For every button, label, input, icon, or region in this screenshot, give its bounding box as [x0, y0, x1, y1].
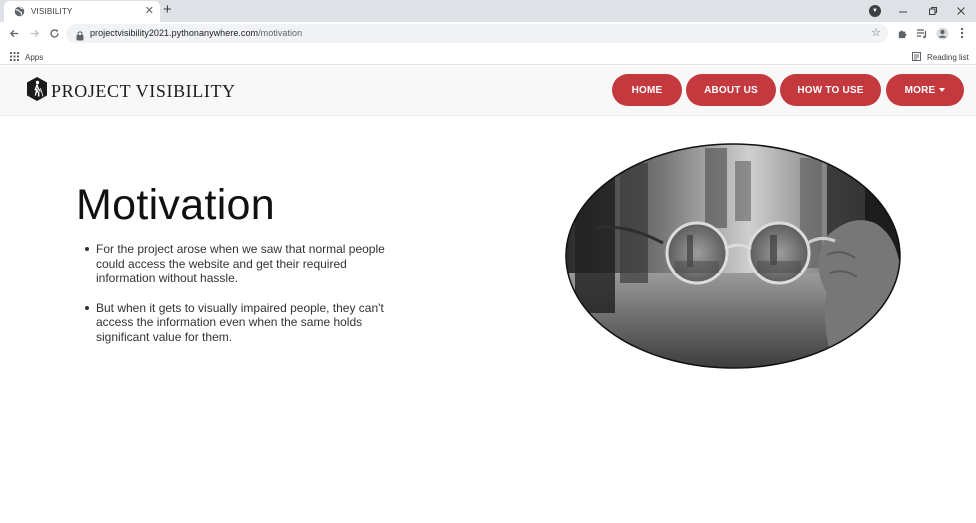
- bookmark-star-icon[interactable]: ☆: [871, 26, 881, 39]
- apps-grid-icon: [10, 48, 19, 66]
- browser-tab-bar: VISIBILITY ✕ + ▼: [0, 0, 976, 22]
- tab-title: VISIBILITY: [31, 7, 73, 16]
- address-bar[interactable]: projectvisibility2021.pythonanywhere.com…: [66, 24, 888, 43]
- bookmarks-bar: Apps Reading list: [0, 44, 976, 65]
- profile-avatar-icon[interactable]: [934, 25, 950, 41]
- url-text: projectvisibility2021.pythonanywhere.com…: [90, 28, 302, 38]
- caret-down-icon: [939, 88, 946, 92]
- close-tab-icon[interactable]: ✕: [145, 5, 154, 17]
- page-title: Motivation: [76, 181, 275, 229]
- close-window-icon[interactable]: [946, 0, 976, 22]
- site-logo[interactable]: PROJECT VISIBILITY: [26, 76, 236, 107]
- media-queue-icon[interactable]: [914, 25, 930, 41]
- logo-text: PROJECT VISIBILITY: [51, 81, 236, 101]
- browser-toolbar: projectvisibility2021.pythonanywhere.com…: [0, 22, 976, 44]
- globe-icon: [13, 6, 25, 18]
- nav-home-button[interactable]: HOME: [612, 74, 682, 106]
- url-domain: projectvisibility2021.pythonanywhere.com: [90, 28, 259, 38]
- list-item: But when it gets to visually impaired pe…: [85, 301, 406, 345]
- nav-about-label: ABOUT US: [704, 84, 758, 96]
- nav-howto-label: HOW TO USE: [797, 84, 864, 96]
- chevron-down-icon[interactable]: ▼: [869, 5, 881, 17]
- site-header: PROJECT VISIBILITY HOME ABOUT US HOW TO …: [0, 66, 976, 116]
- apps-shortcut[interactable]: Apps: [10, 48, 43, 66]
- nav-more-dropdown[interactable]: MORE: [886, 74, 964, 106]
- nav-about-button[interactable]: ABOUT US: [686, 74, 776, 106]
- motivation-list: For the project arose when we saw that n…: [85, 242, 406, 359]
- kebab-menu-icon[interactable]: [954, 25, 970, 41]
- new-tab-button[interactable]: +: [163, 2, 172, 18]
- reload-icon[interactable]: [46, 25, 62, 41]
- reading-list-icon: [912, 48, 921, 66]
- nav-more-label: MORE: [904, 84, 936, 96]
- url-path: /motivation: [258, 28, 303, 38]
- minimize-icon[interactable]: [888, 0, 918, 22]
- forward-arrow-icon[interactable]: [26, 25, 42, 41]
- restore-icon[interactable]: [918, 0, 948, 22]
- nav-howto-button[interactable]: HOW TO USE: [780, 74, 881, 106]
- walking-person-hexagon-icon: [26, 76, 48, 107]
- extensions-puzzle-icon[interactable]: [894, 25, 910, 41]
- apps-label: Apps: [25, 52, 44, 62]
- reading-list-label: Reading list: [927, 52, 969, 62]
- eyeglasses-photo: [565, 143, 901, 369]
- nav-home-label: HOME: [631, 84, 663, 96]
- list-item: For the project arose when we saw that n…: [85, 242, 406, 286]
- browser-tab[interactable]: VISIBILITY ✕: [4, 1, 160, 22]
- reading-list-button[interactable]: Reading list: [912, 48, 969, 66]
- back-arrow-icon[interactable]: [6, 25, 22, 41]
